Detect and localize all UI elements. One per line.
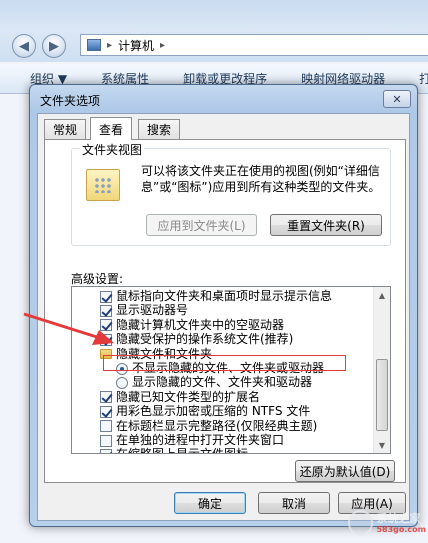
toolbar-open[interactable]: 打开	[419, 70, 428, 87]
advanced-setting-row[interactable]: 隐藏受保护的操作系统文件(推荐)	[100, 332, 293, 347]
setting-label: 鼠标指向文件夹和桌面项时显示提示信息	[116, 289, 333, 303]
watermark-url: 583go.com	[376, 524, 426, 534]
advanced-setting-row[interactable]: 鼠标指向文件夹和桌面项时显示提示信息	[100, 289, 332, 304]
setting-label: 隐藏已知文件类型的扩展名	[116, 389, 261, 404]
forward-arrow-icon: ▶	[49, 38, 59, 54]
ok-button[interactable]: 确定	[174, 492, 246, 514]
address-separator-icon: ▸	[107, 39, 113, 51]
address-dropdown-icon[interactable]: ▸	[160, 40, 165, 51]
close-icon: ✕	[392, 92, 402, 106]
advanced-settings-list[interactable]: 鼠标指向文件夹和桌面项时显示提示信息 显示驱动器号 隐藏计算机文件夹中的空驱动器 隐藏…	[71, 286, 391, 454]
setting-label: 显示驱动器号	[116, 303, 189, 318]
folder-view-description: 可以将该文件夹正在使用的视图(例如“详细信息”或“图标”)应用到所有这种类型的文…	[141, 164, 381, 194]
highlight-annotation	[103, 355, 346, 371]
folder-view-group: 文件夹视图 可以将该文件夹正在使用的视图(例如“详细信息”或“图标”)应用到所有…	[71, 141, 391, 246]
setting-checkbox[interactable]	[100, 420, 112, 433]
computer-icon	[87, 39, 101, 51]
setting-label: 显示隐藏的文件、文件夹和驱动器	[132, 375, 313, 390]
address-text: 计算机	[118, 38, 155, 53]
setting-label: 在标题栏显示完整路径(仅限经典主题)	[116, 418, 318, 433]
setting-checkbox[interactable]	[100, 290, 112, 303]
scroll-down-icon[interactable]: ▼	[374, 437, 390, 453]
dialog-title: 文件夹选项	[40, 94, 101, 108]
back-button[interactable]: ◀	[12, 34, 36, 58]
setting-checkbox[interactable]	[100, 448, 112, 453]
forward-button[interactable]: ▶	[42, 34, 66, 58]
red-arrow-annotation	[23, 312, 114, 345]
advanced-setting-row[interactable]: 在缩略图上显示文件图标	[100, 447, 248, 453]
watermark-logo: 系统之家 583go.com	[348, 507, 426, 539]
setting-checkbox[interactable]	[100, 391, 112, 404]
advanced-settings-label: 高级设置:	[71, 272, 124, 286]
advanced-setting-row[interactable]: 在标题栏显示完整路径(仅限经典主题)	[100, 419, 317, 434]
advanced-setting-row[interactable]: 用彩色显示加密或压缩的 NTFS 文件	[100, 404, 310, 419]
setting-label: 用彩色显示加密或压缩的 NTFS 文件	[116, 404, 311, 419]
setting-radio[interactable]	[116, 376, 128, 389]
reset-folders-button[interactable]: 重置文件夹(R)	[270, 214, 382, 236]
tab-search[interactable]: 搜索	[138, 119, 181, 139]
close-button[interactable]: ✕	[383, 90, 411, 108]
folder-options-dialog: 文件夹选项 ✕ 常规 查看 搜索 文件夹视图 可以将该文件夹正在使用的视图(例如…	[29, 84, 418, 527]
advanced-setting-row[interactable]: 隐藏已知文件类型的扩展名	[100, 390, 260, 405]
vertical-scrollbar[interactable]: ▲ ▼	[373, 287, 390, 453]
setting-label: 隐藏受保护的操作系统文件(推荐)	[116, 332, 294, 347]
tab-view[interactable]: 查看	[90, 117, 133, 140]
address-bar[interactable]: ▸ 计算机 ▸	[80, 34, 428, 56]
scroll-thumb[interactable]	[376, 359, 388, 431]
back-arrow-icon: ◀	[19, 38, 29, 54]
watermark-circle-icon	[348, 510, 374, 536]
folder-view-icon	[86, 169, 120, 201]
setting-label: 隐藏计算机文件夹中的空驱动器	[116, 317, 285, 332]
cancel-button[interactable]: 取消	[258, 492, 330, 514]
watermark-title: 系统之家	[376, 511, 421, 525]
apply-to-folders-button[interactable]: 应用到文件夹(L)	[146, 214, 257, 236]
advanced-setting-row[interactable]: 显示隐藏的文件、文件夹和驱动器	[116, 375, 312, 390]
advanced-setting-row[interactable]: 隐藏计算机文件夹中的空驱动器	[100, 318, 284, 333]
setting-checkbox[interactable]	[100, 405, 112, 418]
folder-view-title: 文件夹视图	[80, 141, 145, 158]
setting-label: 在单独的进程中打开文件夹窗口	[116, 433, 285, 447]
restore-defaults-button[interactable]: 还原为默认值(D)	[295, 460, 395, 482]
setting-checkbox[interactable]	[100, 434, 112, 447]
tab-general[interactable]: 常规	[44, 119, 87, 139]
setting-label: 在缩略图上显示文件图标	[116, 447, 248, 453]
scroll-up-icon[interactable]: ▲	[374, 287, 390, 303]
advanced-setting-row[interactable]: 在单独的进程中打开文件夹窗口	[100, 433, 284, 448]
